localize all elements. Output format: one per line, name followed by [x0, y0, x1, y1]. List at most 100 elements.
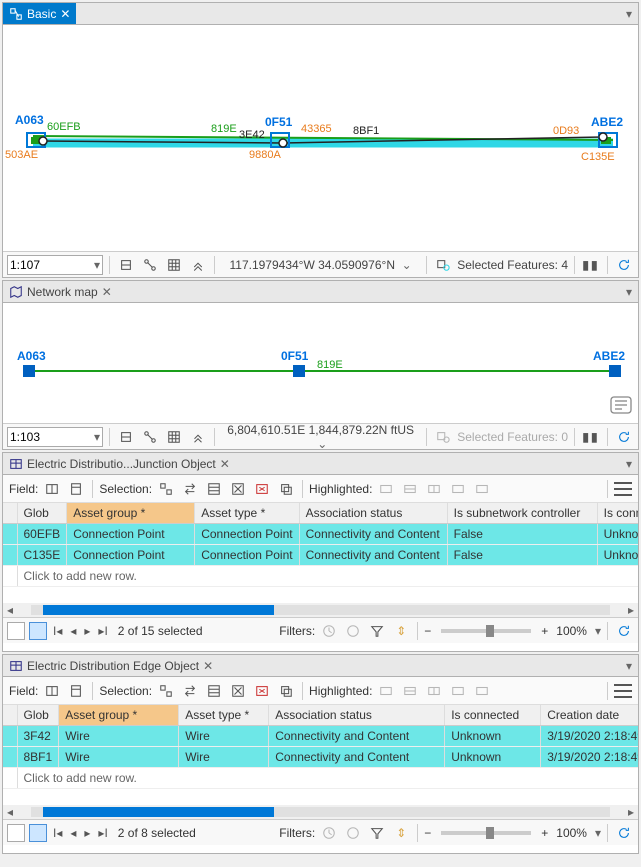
- close-icon[interactable]: ✕: [220, 457, 230, 471]
- col-association[interactable]: Association status: [299, 503, 447, 524]
- scale-input[interactable]: ▾: [7, 255, 103, 275]
- scale-input[interactable]: ▾: [7, 427, 103, 447]
- nav-prev-icon[interactable]: ◂: [68, 624, 78, 638]
- hl-4-icon[interactable]: [448, 479, 468, 499]
- zoom-out-icon[interactable]: −: [424, 826, 431, 840]
- pane-menu-dropdown[interactable]: ▾: [620, 655, 638, 676]
- tool-grid-icon[interactable]: [164, 427, 184, 447]
- tab-junction-object[interactable]: Electric Distributio...Junction Object ✕: [3, 453, 236, 474]
- tool-snapping-icon[interactable]: [116, 427, 136, 447]
- zoom-slider[interactable]: [441, 831, 531, 835]
- field-add-icon[interactable]: [42, 681, 62, 701]
- sel-delete-icon[interactable]: [252, 681, 272, 701]
- filter-time-icon[interactable]: [319, 621, 339, 641]
- add-row-prompt[interactable]: Click to add new row.: [3, 566, 638, 587]
- filter-sort-icon[interactable]: ⇕: [391, 621, 411, 641]
- sel-clear-icon[interactable]: [228, 479, 248, 499]
- sel-copy-icon[interactable]: [276, 681, 296, 701]
- table-row[interactable]: 8BF1 Wire Wire Connectivity and Content …: [3, 747, 638, 768]
- col-asset-type[interactable]: Asset type *: [179, 705, 269, 726]
- nav-prev-icon[interactable]: ◂: [68, 826, 78, 840]
- add-row-prompt[interactable]: Click to add new row.: [3, 768, 638, 789]
- sel-all-icon[interactable]: [204, 681, 224, 701]
- col-connected[interactable]: Is connect: [597, 503, 638, 524]
- nav-next-icon[interactable]: ▸: [82, 826, 92, 840]
- tool-constraints-icon[interactable]: [140, 255, 160, 275]
- filter-range-icon[interactable]: [343, 823, 363, 843]
- close-icon[interactable]: ✕: [102, 285, 112, 299]
- hl-5-icon[interactable]: [472, 681, 492, 701]
- col-asset-group[interactable]: Asset group *: [67, 503, 195, 524]
- sel-switch-icon[interactable]: [180, 479, 200, 499]
- tab-edge-object[interactable]: Electric Distribution Edge Object ✕: [3, 655, 219, 676]
- zoom-in-icon[interactable]: +: [541, 624, 548, 638]
- nav-first-icon[interactable]: I◂: [51, 624, 64, 638]
- selection-icon[interactable]: [433, 255, 453, 275]
- map-canvas[interactable]: A063 0F51 ABE2 819E: [3, 303, 638, 423]
- sel-delete-icon[interactable]: [252, 479, 272, 499]
- refresh-icon[interactable]: [614, 621, 634, 641]
- hl-1-icon[interactable]: [376, 479, 396, 499]
- filter-sort-icon[interactable]: ⇕: [391, 823, 411, 843]
- tool-more-icon[interactable]: [188, 255, 208, 275]
- mode-all-button[interactable]: [7, 622, 25, 640]
- sel-copy-icon[interactable]: [276, 479, 296, 499]
- nav-next-icon[interactable]: ▸: [82, 624, 92, 638]
- sel-switch-icon[interactable]: [180, 681, 200, 701]
- chevron-down-icon[interactable]: ▾: [94, 258, 100, 272]
- col-connected[interactable]: Is connected: [445, 705, 541, 726]
- table-row[interactable]: 3F42 Wire Wire Connectivity and Content …: [3, 726, 638, 747]
- zoom-in-icon[interactable]: +: [541, 826, 548, 840]
- hamburger-icon[interactable]: [614, 684, 632, 698]
- nav-first-icon[interactable]: I◂: [51, 826, 64, 840]
- diagram-canvas[interactable]: A063 0F51 ABE2 60EFB 819E 3E42 43365 8BF…: [3, 25, 638, 251]
- hl-3-icon[interactable]: [424, 681, 444, 701]
- hl-4-icon[interactable]: [448, 681, 468, 701]
- chevron-down-icon[interactable]: ▾: [94, 430, 100, 444]
- chevron-down-icon[interactable]: ▾: [595, 826, 601, 840]
- col-asset-group[interactable]: Asset group *: [59, 705, 179, 726]
- refresh-icon[interactable]: [614, 255, 634, 275]
- scale-value[interactable]: [10, 430, 74, 444]
- sel-clear-icon[interactable]: [228, 681, 248, 701]
- pane-menu-dropdown[interactable]: ▾: [620, 281, 638, 302]
- pause-icon[interactable]: ▮▮: [581, 255, 601, 275]
- col-creation-date[interactable]: Creation date: [541, 705, 638, 726]
- table-row[interactable]: 60EFB Connection Point Connection Point …: [3, 524, 638, 545]
- col-subnetwork[interactable]: Is subnetwork controller: [447, 503, 597, 524]
- extent-button[interactable]: [610, 396, 632, 417]
- h-scrollbar[interactable]: ◂▸: [3, 603, 638, 617]
- col-association[interactable]: Association status: [269, 705, 445, 726]
- chevron-down-icon[interactable]: ⌄: [317, 437, 327, 451]
- table-grid[interactable]: Glob Asset group * Asset type * Associat…: [3, 503, 638, 603]
- tab-network-map[interactable]: Network map ✕: [3, 281, 118, 302]
- hamburger-icon[interactable]: [614, 482, 632, 496]
- refresh-icon[interactable]: [614, 823, 634, 843]
- pane-menu-dropdown[interactable]: ▾: [620, 453, 638, 474]
- filter-range-icon[interactable]: [343, 621, 363, 641]
- filter-time-icon[interactable]: [319, 823, 339, 843]
- pause-icon[interactable]: ▮▮: [581, 427, 601, 447]
- mode-selected-button[interactable]: [29, 622, 47, 640]
- col-globalid[interactable]: Glob: [17, 705, 59, 726]
- field-calc-icon[interactable]: [66, 681, 86, 701]
- filter-extent-icon[interactable]: [367, 823, 387, 843]
- h-scrollbar[interactable]: ◂▸: [3, 805, 638, 819]
- filter-extent-icon[interactable]: [367, 621, 387, 641]
- pane-menu-dropdown[interactable]: ▾: [620, 3, 638, 24]
- close-icon[interactable]: ✕: [60, 7, 70, 21]
- sel-related-icon[interactable]: [156, 479, 176, 499]
- tab-basic[interactable]: Basic ✕: [3, 3, 76, 24]
- hl-3-icon[interactable]: [424, 479, 444, 499]
- sel-related-icon[interactable]: [156, 681, 176, 701]
- tool-grid-icon[interactable]: [164, 255, 184, 275]
- chevron-down-icon[interactable]: ▾: [595, 624, 601, 638]
- tool-more-icon[interactable]: [188, 427, 208, 447]
- chevron-down-icon[interactable]: ⌄: [402, 258, 412, 272]
- close-icon[interactable]: ✕: [203, 659, 213, 673]
- mode-selected-button[interactable]: [29, 824, 47, 842]
- table-row[interactable]: C135E Connection Point Connection Point …: [3, 545, 638, 566]
- col-globalid[interactable]: Glob: [17, 503, 67, 524]
- field-calc-icon[interactable]: [66, 479, 86, 499]
- tool-constraints-icon[interactable]: [140, 427, 160, 447]
